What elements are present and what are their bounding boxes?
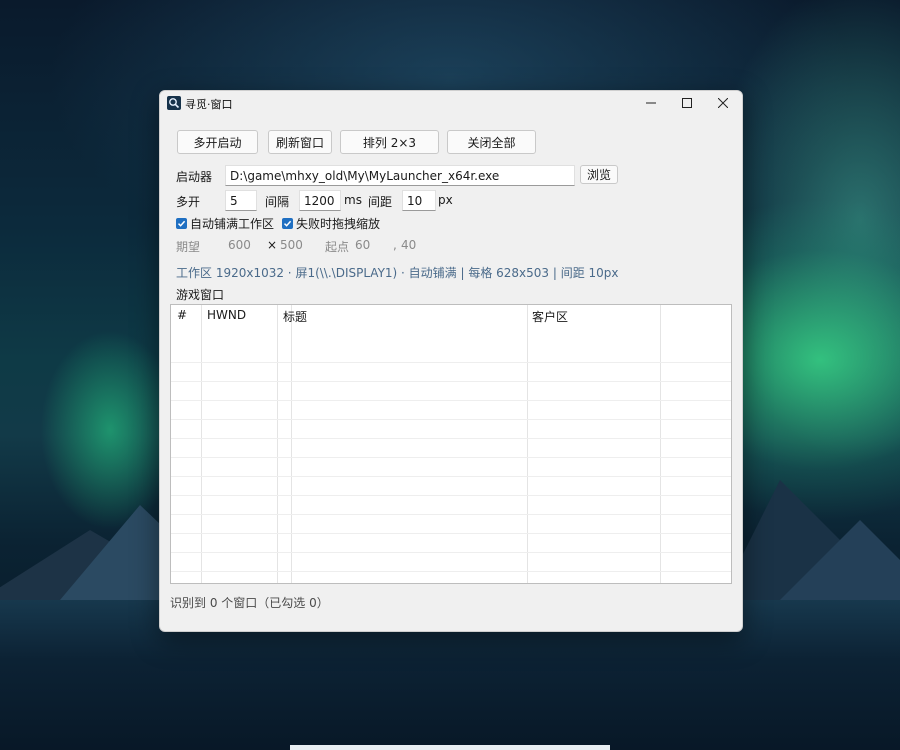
origin-x-field[interactable]: 60 bbox=[355, 238, 370, 252]
checkmark-icon bbox=[282, 218, 293, 229]
launcher-path-field[interactable]: D:\game\mhxy_old\My\MyLauncher_x64r.exe bbox=[225, 165, 575, 186]
maximize-button[interactable] bbox=[668, 91, 706, 115]
title-bar[interactable]: 寻觅·窗口 bbox=[160, 91, 742, 115]
column-divider bbox=[660, 305, 661, 583]
drag-scale-label: 失败时拖拽缩放 bbox=[296, 217, 381, 231]
work-area-status: 工作区 1920x1032 · 屏1(\\.\DISPLAY1) · 自动铺满 … bbox=[176, 266, 619, 280]
close-all-button[interactable]: 关闭全部 bbox=[447, 130, 536, 154]
origin-label: 起点 bbox=[325, 240, 350, 254]
row-divider bbox=[171, 419, 731, 420]
mountain-shape bbox=[780, 520, 900, 600]
auto-fill-checkbox[interactable]: 自动铺满工作区 bbox=[176, 215, 274, 232]
row-divider bbox=[171, 381, 731, 382]
row-divider bbox=[171, 438, 731, 439]
row-divider bbox=[171, 533, 731, 534]
gap-label: 间距 bbox=[368, 195, 393, 209]
close-icon bbox=[718, 98, 728, 108]
main-window: 寻觅·窗口 多开启动 刷新窗口 排列 2×3 关闭全部 启动器 D:\game\… bbox=[159, 90, 743, 632]
maximize-icon bbox=[682, 98, 692, 108]
column-divider bbox=[527, 305, 528, 583]
refresh-windows-button[interactable]: 刷新窗口 bbox=[268, 130, 332, 154]
times-sign: × bbox=[267, 238, 278, 252]
column-divider bbox=[291, 305, 292, 583]
minimize-button[interactable] bbox=[632, 91, 670, 115]
column-header-title[interactable]: 标题 bbox=[283, 308, 307, 325]
browse-button[interactable]: 浏览 bbox=[580, 165, 618, 184]
column-header-hwnd[interactable]: HWND bbox=[207, 308, 246, 322]
launcher-label: 启动器 bbox=[176, 170, 213, 184]
multi-label: 多开 bbox=[176, 195, 201, 209]
row-divider bbox=[171, 362, 731, 363]
magnifier-icon bbox=[167, 96, 181, 110]
row-divider bbox=[171, 495, 731, 496]
taskbar-edge bbox=[290, 745, 610, 750]
expect-width-field[interactable]: 600 bbox=[228, 238, 251, 252]
checkmark-icon bbox=[176, 218, 187, 229]
multi-launch-button[interactable]: 多开启动 bbox=[177, 130, 258, 154]
gap-unit: px bbox=[438, 193, 453, 207]
column-divider bbox=[277, 305, 278, 583]
column-header-client[interactable]: 客户区 bbox=[532, 308, 568, 325]
expect-label: 期望 bbox=[176, 240, 201, 254]
multi-count-field[interactable]: 5 bbox=[225, 190, 257, 211]
origin-y-field[interactable]: 40 bbox=[401, 238, 416, 252]
interval-field[interactable]: 1200 bbox=[299, 190, 341, 211]
window-title: 寻觅·窗口 bbox=[185, 98, 233, 111]
gap-field[interactable]: 10 bbox=[402, 190, 436, 211]
close-button[interactable] bbox=[704, 91, 742, 115]
row-divider bbox=[171, 400, 731, 401]
row-divider bbox=[171, 457, 731, 458]
row-divider bbox=[171, 476, 731, 477]
auto-fill-label: 自动铺满工作区 bbox=[190, 217, 275, 231]
row-divider bbox=[171, 571, 731, 572]
interval-label: 间隔 bbox=[265, 195, 290, 209]
row-divider bbox=[171, 514, 731, 515]
game-windows-table[interactable]: # HWND 标题 客户区 bbox=[170, 304, 732, 584]
drag-scale-checkbox[interactable]: 失败时拖拽缩放 bbox=[282, 215, 380, 232]
row-divider bbox=[171, 552, 731, 553]
minimize-icon bbox=[646, 102, 656, 104]
column-divider bbox=[201, 305, 202, 583]
interval-unit: ms bbox=[344, 193, 362, 207]
game-windows-label: 游戏窗口 bbox=[176, 288, 225, 302]
column-header-index[interactable]: # bbox=[177, 308, 187, 322]
detection-status: 识别到 0 个窗口（已勾选 0） bbox=[170, 596, 329, 610]
expect-height-field[interactable]: 500 bbox=[280, 238, 303, 252]
origin-comma: , bbox=[393, 238, 397, 252]
arrange-button[interactable]: 排列 2×3 bbox=[340, 130, 439, 154]
